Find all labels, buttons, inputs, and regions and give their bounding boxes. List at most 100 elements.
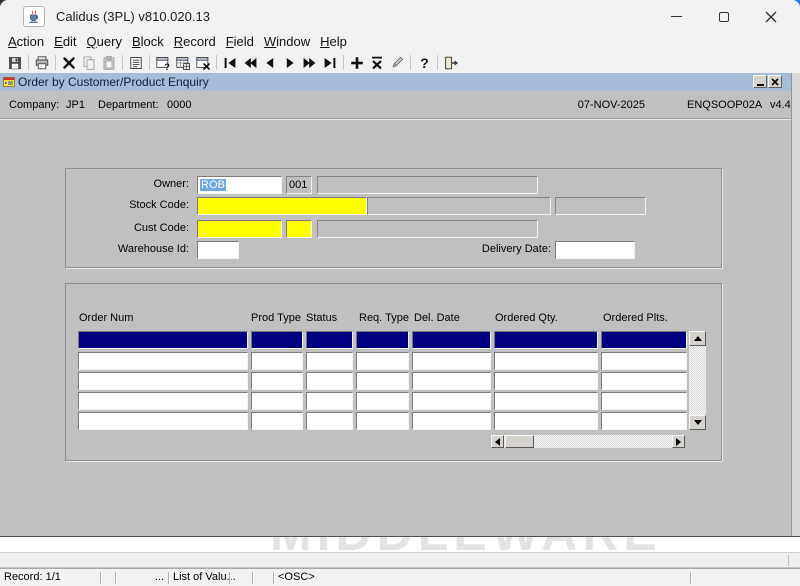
scroll-right-button[interactable] — [672, 435, 685, 448]
delivery-date-input[interactable] — [555, 241, 635, 259]
table-cell[interactable] — [78, 392, 248, 410]
enter-query-icon[interactable]: ? — [154, 54, 172, 72]
menu-record[interactable]: Record — [169, 33, 221, 52]
table-cell[interactable] — [356, 331, 409, 349]
table-cell[interactable] — [78, 352, 248, 370]
menu-query[interactable]: Query — [82, 33, 127, 52]
vertical-scrollbar[interactable] — [689, 331, 706, 430]
table-cell[interactable] — [78, 372, 248, 390]
table-cell[interactable] — [494, 372, 598, 390]
table-cell[interactable] — [356, 392, 409, 410]
column-header-status: Status — [306, 312, 337, 324]
exit-icon[interactable] — [442, 54, 460, 72]
warehouse-input[interactable] — [197, 241, 239, 259]
java-app-icon[interactable] — [23, 6, 45, 27]
toolbar-separator — [343, 55, 344, 70]
remove-record-icon[interactable] — [368, 54, 386, 72]
table-cell[interactable] — [494, 352, 598, 370]
close-button[interactable] — [747, 0, 794, 33]
arrow-left-icon — [495, 438, 500, 446]
menu-field[interactable]: Field — [221, 33, 259, 52]
status-separator — [273, 572, 275, 584]
table-cell[interactable] — [78, 412, 248, 430]
first-record-icon[interactable] — [221, 54, 239, 72]
table-cell[interactable] — [601, 372, 687, 390]
table-cell[interactable] — [494, 392, 598, 410]
table-cell[interactable] — [601, 352, 687, 370]
stock-code-input[interactable] — [197, 197, 367, 215]
execute-query-icon[interactable] — [174, 54, 192, 72]
menu-block[interactable]: Block — [127, 33, 169, 52]
menu-help[interactable]: Help — [315, 33, 352, 52]
paste-icon[interactable] — [100, 54, 118, 72]
table-cell[interactable] — [251, 392, 303, 410]
cust-code-input[interactable] — [197, 220, 282, 238]
table-cell[interactable] — [306, 352, 353, 370]
watermark-text: MIDDLEWARE — [270, 536, 662, 552]
next-record-icon[interactable] — [281, 54, 299, 72]
copy-icon[interactable] — [80, 54, 98, 72]
cancel-query-icon[interactable] — [194, 54, 212, 72]
cut-icon[interactable] — [60, 54, 78, 72]
scroll-down-button[interactable] — [689, 415, 706, 430]
table-cell[interactable] — [78, 331, 248, 349]
insert-record-icon[interactable] — [348, 54, 366, 72]
table-cell[interactable] — [251, 372, 303, 390]
table-cell[interactable] — [601, 392, 687, 410]
menu-window[interactable]: Window — [259, 33, 315, 52]
window-gutter — [0, 552, 800, 568]
table-cell[interactable] — [251, 352, 303, 370]
table-cell[interactable] — [306, 392, 353, 410]
table-cell[interactable] — [494, 331, 598, 349]
table-cell[interactable] — [356, 412, 409, 430]
toolbar-separator — [55, 55, 56, 70]
table-cell[interactable] — [356, 372, 409, 390]
close-icon — [765, 11, 777, 23]
next-set-icon[interactable] — [301, 54, 319, 72]
mdi-minimize-button[interactable] — [753, 75, 767, 88]
table-row — [66, 352, 721, 370]
menu-edit[interactable]: Edit — [49, 33, 81, 52]
toolbar: ? — [0, 52, 800, 73]
save-icon[interactable] — [6, 54, 24, 72]
window-controls — [653, 0, 794, 33]
scroll-left-button[interactable] — [491, 435, 504, 448]
window-title: Calidus (3PL) v810.020.13 — [56, 9, 210, 24]
table-cell[interactable] — [412, 412, 491, 430]
mdi-right-edge — [791, 73, 800, 536]
maximize-button[interactable] — [700, 0, 747, 33]
minimize-button[interactable] — [653, 0, 700, 33]
print-icon[interactable] — [33, 54, 51, 72]
table-cell[interactable] — [306, 331, 353, 349]
table-cell[interactable] — [494, 412, 598, 430]
scroll-up-button[interactable] — [689, 331, 706, 346]
table-cell[interactable] — [412, 392, 491, 410]
table-cell[interactable] — [251, 331, 303, 349]
menu-action[interactable]: Action — [3, 33, 49, 52]
table-cell[interactable] — [412, 372, 491, 390]
table-cell[interactable] — [356, 352, 409, 370]
owner-input[interactable]: ROB — [197, 176, 282, 194]
previous-record-icon[interactable] — [261, 54, 279, 72]
mdi-window-controls — [753, 75, 782, 88]
table-cell[interactable] — [412, 331, 491, 349]
table-cell[interactable] — [306, 412, 353, 430]
help-icon[interactable]: ? — [415, 54, 433, 72]
cust-seq-input[interactable] — [286, 220, 312, 238]
previous-set-icon[interactable] — [241, 54, 259, 72]
table-cell[interactable] — [601, 331, 687, 349]
horizontal-scrollbar-thumb[interactable] — [505, 435, 534, 448]
display-list-icon[interactable] — [127, 54, 145, 72]
owner-name-field — [317, 176, 538, 194]
stock-code-label: Stock Code: — [69, 199, 189, 211]
window-titlebar: Calidus (3PL) v810.020.13 — [0, 0, 800, 33]
last-record-icon[interactable] — [321, 54, 339, 72]
toolbar-separator — [216, 55, 217, 70]
table-cell[interactable] — [251, 412, 303, 430]
table-cell[interactable] — [412, 352, 491, 370]
horizontal-scrollbar[interactable] — [491, 435, 685, 448]
table-cell[interactable] — [601, 412, 687, 430]
edit-icon[interactable] — [388, 54, 406, 72]
table-cell[interactable] — [306, 372, 353, 390]
mdi-close-button[interactable] — [768, 75, 782, 88]
